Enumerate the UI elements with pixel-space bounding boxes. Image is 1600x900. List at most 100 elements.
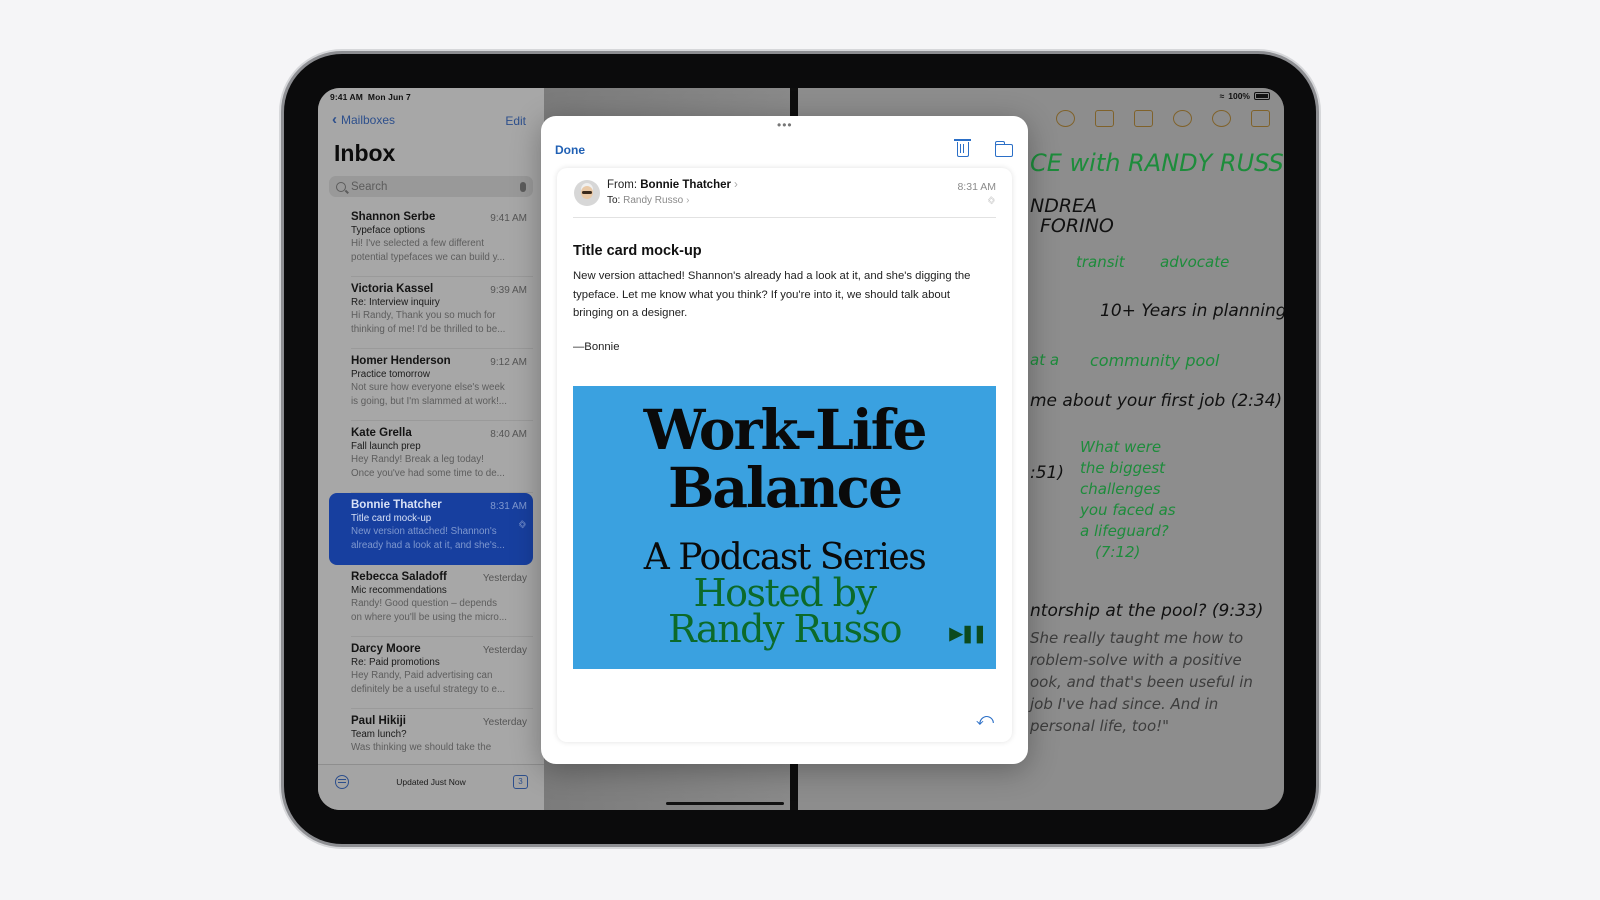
more-icon[interactable] bbox=[1212, 110, 1231, 127]
mail-sidebar: 9:41 AM Mon Jun 7 ‹ Mailboxes Edit Inbox… bbox=[318, 88, 544, 810]
message-preview: is going, but I'm slammed at work!... bbox=[351, 396, 507, 407]
chevron-left-icon: ‹ bbox=[332, 111, 337, 128]
microphone-icon[interactable] bbox=[520, 181, 526, 192]
message-list-item[interactable]: Darcy Moore Yesterday Re: Paid promotions H… bbox=[329, 637, 533, 709]
paperclip-icon: ⧉ bbox=[985, 194, 997, 207]
email-signature: —Bonnie bbox=[573, 341, 620, 353]
sketch-text: What were bbox=[1080, 438, 1162, 456]
battery-percent: 100% bbox=[1228, 91, 1250, 101]
sketch-text: at a bbox=[1030, 351, 1060, 369]
message-list-item[interactable]: Victoria Kassel 9:39 AM Re: Interview inqu… bbox=[329, 277, 533, 349]
search-icon bbox=[336, 181, 346, 192]
message-time: Yesterday bbox=[482, 645, 527, 656]
sketch-text: you faced as bbox=[1080, 501, 1176, 519]
collaborate-icon[interactable] bbox=[1056, 110, 1075, 127]
poster-title-line1: Work-Life bbox=[643, 397, 928, 462]
sketch-text: personal life, too!" bbox=[1030, 717, 1170, 735]
to-line[interactable]: To: Randy Russo › bbox=[607, 195, 690, 206]
avatar[interactable] bbox=[574, 180, 600, 206]
search-field[interactable]: Search bbox=[329, 176, 533, 197]
sketch-text: advocate bbox=[1160, 253, 1230, 271]
message-time: 9:39 AM bbox=[490, 285, 527, 296]
sketch-text: :51) bbox=[1030, 463, 1064, 483]
sketch-text: 10+ Years in planning bbox=[1100, 301, 1284, 321]
checklist-icon[interactable] bbox=[1095, 110, 1114, 127]
message-time: 9:41 AM bbox=[490, 213, 527, 224]
trash-icon[interactable] bbox=[954, 139, 971, 157]
message-subject: Practice tomorrow bbox=[351, 369, 430, 380]
wifi-icon: ≈ bbox=[1219, 91, 1225, 101]
message-time: Yesterday bbox=[482, 717, 527, 728]
message-list-item[interactable]: Shannon Serbe 9:41 AM Typeface options Hi! … bbox=[329, 205, 533, 277]
from-label: From: bbox=[607, 179, 638, 191]
mailboxes-back-button[interactable]: ‹ Mailboxes bbox=[332, 111, 396, 128]
email-time: 8:31 AM bbox=[957, 181, 996, 193]
status-date: Mon Jun 7 bbox=[367, 92, 411, 102]
updated-status: Updated Just Now bbox=[396, 777, 466, 787]
message-subject: Mic recommendations bbox=[351, 585, 447, 596]
folder-icon[interactable] bbox=[994, 141, 1013, 157]
sketch-text: transit bbox=[1076, 253, 1125, 271]
email-body: New version attached! Shannon's already … bbox=[573, 270, 971, 319]
sketch-text: ook, and that's been useful in bbox=[1030, 673, 1253, 691]
sketch-text: community pool bbox=[1090, 351, 1220, 370]
edit-button[interactable]: Edit bbox=[505, 114, 526, 128]
message-subject: Re: Paid promotions bbox=[351, 657, 440, 668]
sketch-text: challenges bbox=[1080, 480, 1161, 498]
camera-icon[interactable] bbox=[1134, 110, 1153, 127]
from-line[interactable]: From: Bonnie Thatcher › bbox=[607, 179, 738, 191]
email-card: From: Bonnie Thatcher › To: Randy Russo › … bbox=[557, 168, 1012, 742]
message-preview: Once you've had some time to de... bbox=[351, 468, 505, 479]
message-preview: potential typefaces we can build y... bbox=[351, 252, 505, 263]
status-right: ≈ 100% bbox=[1220, 91, 1270, 101]
message-list-item[interactable]: Kate Grella 8:40 AM Fall launch prep Hey Ra… bbox=[329, 421, 533, 493]
chevron-right-icon: › bbox=[733, 179, 738, 191]
message-subject: Fall launch prep bbox=[351, 441, 421, 452]
home-indicator-left[interactable] bbox=[666, 802, 784, 805]
poster-title-line2: Balance bbox=[667, 455, 903, 520]
message-preview: Not sure how everyone else's week bbox=[351, 382, 505, 393]
email-modal: ••• Done From: Bonnie Thatcher › To: Rand… bbox=[541, 116, 1028, 764]
to-label: To: bbox=[607, 195, 621, 206]
markup-pen-icon[interactable] bbox=[1173, 110, 1192, 127]
sketch-text: (7:12) bbox=[1095, 543, 1141, 561]
message-preview: Was thinking we should take the bbox=[351, 742, 492, 753]
sketch-text: a lifeguard? bbox=[1080, 522, 1169, 540]
message-preview: on where you'll be using the micro... bbox=[351, 612, 507, 623]
message-list-item[interactable]: Homer Henderson 9:12 AM Practice tomorrow N… bbox=[329, 349, 533, 421]
attachment-image[interactable]: Work-Life Balance A Podcast Series Hoste… bbox=[573, 386, 996, 669]
mailboxes-label: Mailboxes bbox=[341, 113, 396, 127]
sketch-text: the biggest bbox=[1080, 459, 1166, 477]
message-time: Yesterday bbox=[482, 573, 527, 584]
message-list: Shannon Serbe 9:41 AM Typeface options Hi! … bbox=[329, 205, 533, 781]
sketch-text: She really taught me how to bbox=[1030, 629, 1244, 647]
poster-host-line2: Randy Russo bbox=[668, 607, 902, 651]
sender-name: Bonnie Thatcher bbox=[640, 179, 731, 191]
message-subject: Typeface options bbox=[351, 225, 426, 236]
message-preview: Hey Randy! Break a leg today! bbox=[351, 454, 484, 465]
notes-toolbar bbox=[1056, 110, 1270, 127]
more-dots-icon[interactable]: ••• bbox=[777, 118, 793, 132]
compose-icon[interactable] bbox=[1251, 110, 1270, 127]
reply-icon[interactable]: ⤺ bbox=[976, 710, 994, 730]
message-preview: New version attached! Shannon's bbox=[351, 526, 497, 537]
message-time: 8:31 AM bbox=[490, 501, 527, 512]
sketch-text: FORINO bbox=[1040, 215, 1114, 237]
status-clock: 9:41 AM bbox=[330, 92, 363, 102]
done-button[interactable]: Done bbox=[555, 143, 585, 157]
message-preview: thinking of me! I'd be thrilled to be... bbox=[351, 324, 506, 335]
drafts-stack-icon[interactable]: 3 bbox=[513, 775, 528, 789]
message-list-item[interactable]: Rebecca Saladoff Yesterday Mic recommendat… bbox=[329, 565, 533, 637]
status-time: 9:41 AM Mon Jun 7 bbox=[330, 92, 411, 102]
sketch-text: me about your first job (2:34) bbox=[1030, 391, 1283, 411]
sketch-text: CE with RANDY RUSSO bbox=[1030, 149, 1284, 177]
recipient-name: Randy Russo bbox=[623, 195, 684, 206]
message-preview: Hey Randy, Paid advertising can bbox=[351, 670, 493, 681]
mail-footer: Updated Just Now 3 bbox=[318, 764, 544, 810]
chevron-right-icon: › bbox=[686, 195, 690, 206]
poster-host-line1: Hosted by bbox=[693, 571, 877, 615]
message-list-item[interactable]: Bonnie Thatcher 8:31 AM Title card mock-up… bbox=[329, 493, 533, 565]
header-divider bbox=[573, 217, 996, 218]
search-input[interactable]: Search bbox=[351, 181, 515, 193]
message-subject: Title card mock-up bbox=[351, 513, 432, 524]
